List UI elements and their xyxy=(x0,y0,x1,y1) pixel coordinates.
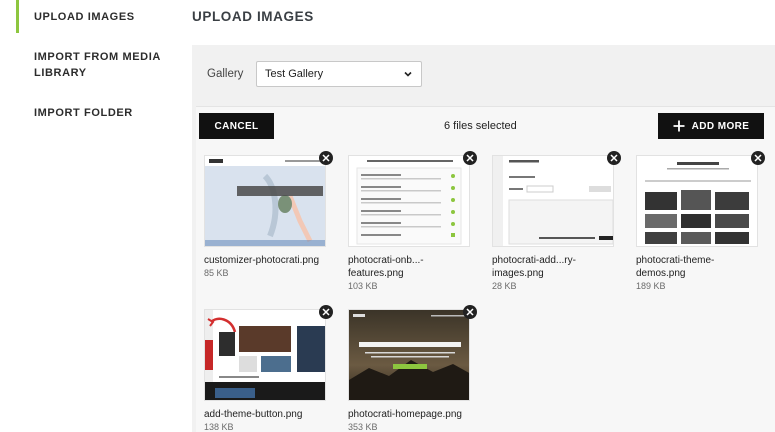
file-name: add-theme-button.png xyxy=(204,409,303,420)
sidebar-item-import-media-library[interactable]: IMPORT FROM MEDIA LIBRARY xyxy=(34,49,174,81)
file-name: photocrati-onb...-features.png xyxy=(348,255,424,279)
add-more-button[interactable]: ADD MORE xyxy=(658,113,764,139)
active-indicator xyxy=(16,0,19,33)
close-icon xyxy=(466,308,474,316)
file-thumbnail xyxy=(204,309,326,401)
gallery-row: Gallery Test Gallery xyxy=(207,61,422,87)
file-name: photocrati-add...ry-images.png xyxy=(492,255,576,279)
main-content: UPLOAD IMAGES Gallery Test Gallery CANCE… xyxy=(192,0,775,432)
sidebar-item-upload-images[interactable]: UPLOAD IMAGES xyxy=(34,9,135,25)
file-size: 353 KB xyxy=(348,422,378,432)
close-icon xyxy=(322,308,330,316)
remove-file-button[interactable] xyxy=(319,151,333,165)
remove-file-button[interactable] xyxy=(607,151,621,165)
file-size: 103 KB xyxy=(348,281,378,291)
gallery-select-value: Test Gallery xyxy=(265,68,324,80)
file-name: customizer-photocrati.png xyxy=(204,255,320,266)
cancel-button[interactable]: CANCEL xyxy=(199,113,274,139)
file-name: photocrati-theme-demos.png xyxy=(636,255,715,279)
remove-file-button[interactable] xyxy=(751,151,765,165)
close-icon xyxy=(466,154,474,162)
file-size: 28 KB xyxy=(492,281,517,291)
file-thumbnail xyxy=(492,155,614,247)
sidebar-item-import-folder[interactable]: IMPORT FOLDER xyxy=(34,105,133,121)
chevron-down-icon xyxy=(404,71,412,77)
files-selected-status: 6 files selected xyxy=(444,120,517,132)
sidebar: UPLOAD IMAGES IMPORT FROM MEDIA LIBRARY … xyxy=(0,0,192,432)
close-icon xyxy=(610,154,618,162)
gallery-label: Gallery xyxy=(207,68,244,80)
file-thumbnail xyxy=(636,155,758,247)
page-title: UPLOAD IMAGES xyxy=(192,9,314,24)
file-size: 85 KB xyxy=(204,268,229,278)
file-size: 189 KB xyxy=(636,281,666,291)
file-size: 138 KB xyxy=(204,422,234,432)
file-thumbnail xyxy=(204,155,326,247)
plus-icon xyxy=(673,120,685,132)
file-thumbnail xyxy=(348,309,470,401)
remove-file-button[interactable] xyxy=(463,151,477,165)
remove-file-button[interactable] xyxy=(463,305,477,319)
gallery-select[interactable]: Test Gallery xyxy=(256,61,422,87)
file-name: photocrati-homepage.png xyxy=(348,409,462,420)
close-icon xyxy=(322,154,330,162)
close-icon xyxy=(754,154,762,162)
file-thumbnail xyxy=(348,155,470,247)
add-more-label: ADD MORE xyxy=(691,120,750,132)
remove-file-button[interactable] xyxy=(319,305,333,319)
